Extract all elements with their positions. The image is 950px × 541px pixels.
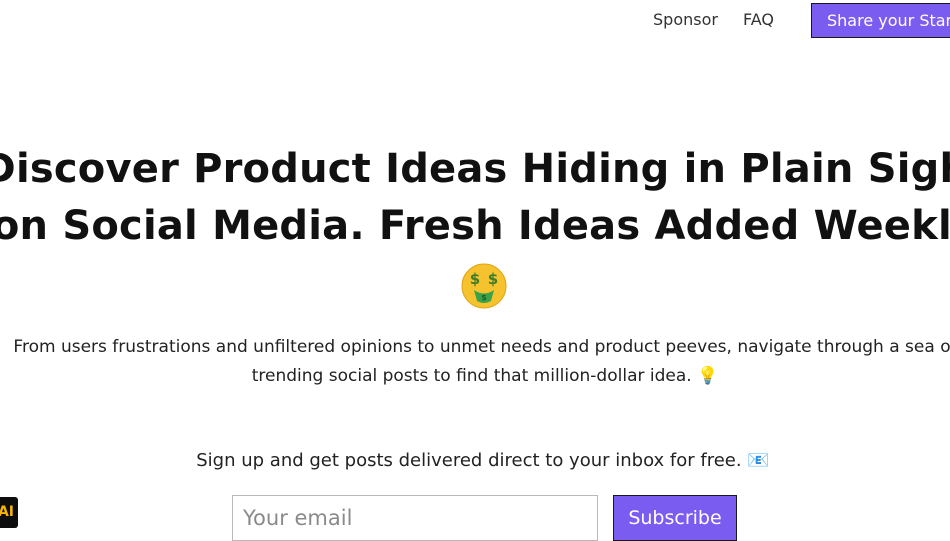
svg-text:$: $: [470, 270, 480, 288]
svg-text:$: $: [481, 293, 487, 302]
share-startup-button[interactable]: Share your Startup: [811, 3, 950, 38]
hero-description-line-2: trending social posts to find that milli…: [251, 366, 719, 386]
nav-sponsor-link[interactable]: Sponsor: [653, 10, 718, 29]
hero-headline-line-1: Discover Product Ideas Hiding in Plain S…: [0, 146, 950, 192]
ai-badge[interactable]: AI: [0, 497, 18, 528]
nav-faq-link[interactable]: FAQ: [743, 10, 774, 29]
signup-prompt: Sign up and get posts delivered direct t…: [196, 450, 770, 471]
money-mouth-face-icon: $ $ $: [461, 263, 507, 309]
svg-text:$: $: [488, 270, 498, 288]
hero-description-line-1: From users frustrations and unfiltered o…: [13, 337, 950, 357]
subscribe-button[interactable]: Subscribe: [613, 495, 737, 541]
hero-headline-line-2: on Social Media. Fresh Ideas Added Weekl…: [0, 203, 950, 249]
email-field[interactable]: [232, 495, 598, 541]
